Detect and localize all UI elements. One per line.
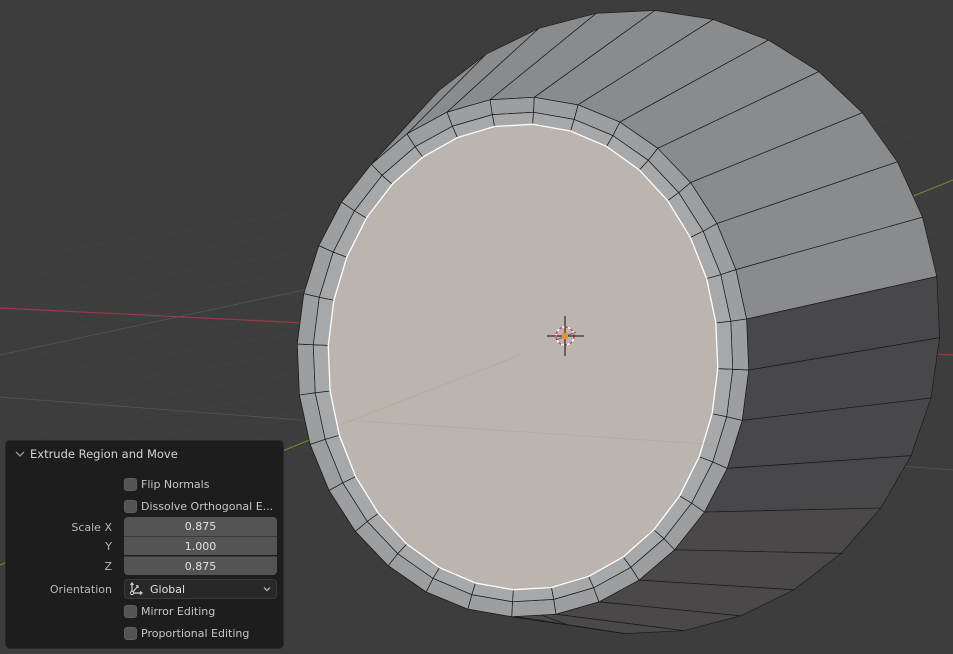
flip-normals-checkbox[interactable] [124, 477, 137, 491]
scale-z-label: Z [104, 559, 112, 573]
inset-face [715, 320, 734, 370]
scale-x-field[interactable]: 0.875 [124, 517, 277, 536]
operator-title: Extrude Region and Move [30, 447, 178, 461]
scale-y-label: Y [105, 539, 112, 553]
proportional-editing-label: Proportional Editing [141, 626, 250, 640]
rim-face [296, 343, 316, 396]
operator-panel: Extrude Region and Move Flip Normals Dis… [5, 440, 284, 649]
cylinder-side-face [673, 507, 882, 554]
mirror-editing-row[interactable]: Mirror Editing [6, 601, 283, 621]
selected-cap-face [327, 123, 719, 591]
dissolve-orthogonal-checkbox[interactable] [124, 499, 137, 513]
scale-z-row: Z 0.875 [6, 556, 283, 576]
orientation-dropdown[interactable]: Global [124, 579, 277, 599]
scale-x-row: Scale X 0.875 [6, 517, 283, 537]
dissolve-orthogonal-row[interactable]: Dissolve Orthogonal E... [6, 496, 283, 516]
orientation-row: Orientation Global [6, 579, 283, 599]
rim-face [730, 318, 750, 371]
chevron-down-icon [263, 587, 271, 592]
orientation-label: Orientation [49, 582, 112, 596]
mirror-editing-label: Mirror Editing [141, 604, 216, 618]
rim-face [489, 96, 535, 115]
flip-normals-label: Flip Normals [141, 477, 210, 491]
proportional-editing-checkbox[interactable] [124, 626, 137, 640]
inset-face [312, 344, 331, 394]
scale-y-row: Y 1.000 [6, 536, 283, 556]
chevron-down-icon [15, 451, 25, 457]
scale-y-field[interactable]: 1.000 [124, 536, 277, 555]
scale-x-label: Scale X [71, 520, 112, 534]
operator-panel-header[interactable]: Extrude Region and Move [6, 441, 283, 467]
rim-face [511, 599, 557, 618]
mirror-editing-checkbox[interactable] [124, 604, 137, 618]
scale-z-field[interactable]: 0.875 [124, 556, 277, 575]
flip-normals-row[interactable]: Flip Normals [6, 474, 283, 494]
orientation-global-icon [129, 582, 143, 596]
proportional-editing-row[interactable]: Proportional Editing [6, 623, 283, 643]
dissolve-orthogonal-label: Dissolve Orthogonal E... [141, 499, 274, 513]
orientation-value: Global [150, 582, 186, 596]
